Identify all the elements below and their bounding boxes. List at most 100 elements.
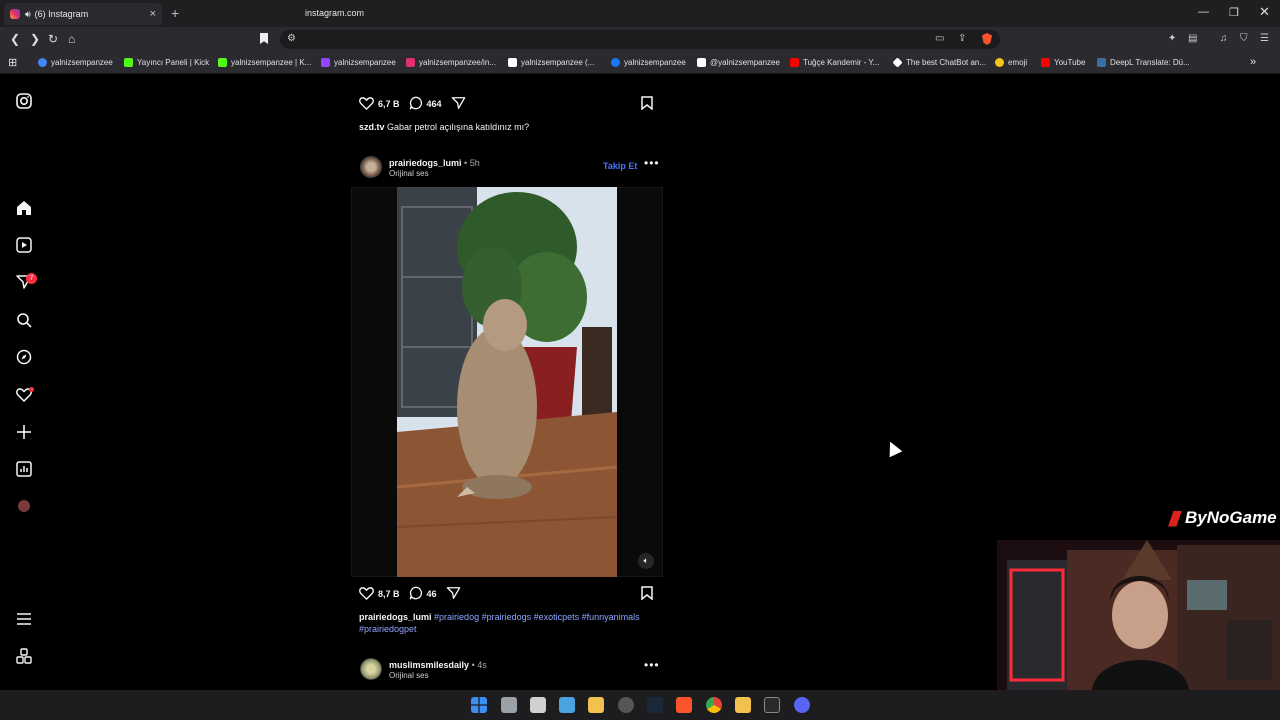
tab-title: (6) Instagram [34, 9, 89, 19]
reload-icon[interactable]: ↻ [48, 32, 58, 46]
instagram-logo-icon[interactable] [14, 91, 34, 111]
logo-mark-icon [1168, 510, 1182, 527]
share-icon[interactable]: ⇪ [958, 33, 966, 44]
caption-text: Gabar petrol açılışına katıldınız mı? [387, 122, 530, 132]
url-input[interactable] [280, 30, 1000, 49]
bookmark-item[interactable]: Yayıncı Paneli | Kick [124, 58, 209, 67]
like-count: 6,7 B [378, 99, 400, 109]
more-options-icon[interactable]: ••• [644, 156, 660, 170]
follow-button[interactable]: Takip Et [603, 161, 637, 171]
post2-actions: 8,7 B 46 [359, 586, 461, 602]
bookmark-item[interactable]: yalnizsempanzee [38, 58, 113, 67]
post1-caption: szd.tv Gabar petrol açılışına katıldınız… [359, 121, 529, 133]
bookmark-item[interactable]: yalnizsempanzee (... [508, 58, 594, 67]
threads-apps-icon[interactable] [14, 646, 34, 666]
instagram-favicon-icon [10, 9, 20, 19]
forward-icon[interactable]: ❯ [30, 32, 40, 46]
chrome-icon[interactable] [706, 697, 722, 713]
bookmark-item[interactable]: yalnizsempanzee [611, 58, 686, 67]
minimize-icon[interactable]: — [1198, 6, 1209, 18]
bookmark-item[interactable]: DeepL Translate: Dü... [1097, 58, 1190, 67]
vpn-shield-icon[interactable]: ⛉ [1240, 33, 1248, 44]
menu-icon[interactable]: ☰ [1260, 33, 1269, 44]
facebook-icon [611, 58, 620, 67]
site-info-icon[interactable]: ⚙ [287, 33, 296, 44]
share-icon[interactable] [451, 96, 466, 112]
caption-username[interactable]: szd.tv [359, 122, 385, 132]
dashboard-icon[interactable] [14, 459, 34, 479]
post2-caption: prairiedogs_lumi #prairiedog #prairiedog… [359, 611, 659, 635]
caption-username[interactable]: prairiedogs_lumi [359, 612, 432, 622]
close-window-icon[interactable]: ✕ [1259, 4, 1270, 20]
bookmark-item[interactable]: emoji [995, 58, 1027, 67]
instagram-icon [406, 58, 415, 67]
app-icon[interactable] [530, 697, 546, 713]
search-icon[interactable] [14, 310, 34, 330]
bookmark-item[interactable]: Tuğçe Kandemir - Y... [790, 58, 879, 67]
reels-icon[interactable] [14, 235, 34, 255]
post-username[interactable]: prairiedogs_lumi • 5h [389, 158, 480, 168]
audio-label[interactable]: Orijinal ses [389, 671, 429, 680]
file-explorer-icon[interactable] [588, 697, 604, 713]
audio-label[interactable]: Orijinal ses [389, 169, 429, 178]
store-icon[interactable] [559, 697, 575, 713]
save-icon[interactable] [641, 96, 653, 115]
comment-icon[interactable] [409, 96, 423, 112]
task-view-icon[interactable] [501, 697, 517, 713]
profile-avatar[interactable] [14, 496, 34, 516]
like-icon[interactable] [359, 586, 374, 602]
extensions-icon[interactable]: ✦ [1168, 33, 1176, 44]
post3-header: muslimsmilesdaily • 4s Orijinal ses ••• [360, 658, 660, 684]
bookmark-item[interactable]: @yalnizsempanzee [697, 58, 780, 67]
like-count: 8,7 B [378, 589, 400, 599]
hashtags[interactable]: #prairiedog #prairiedogs #exoticpets #fu… [434, 612, 640, 622]
home-nav-icon[interactable] [14, 198, 34, 218]
bookmark-item[interactable]: The best ChatBot an... [892, 57, 986, 68]
google-icon [38, 58, 47, 67]
share-icon[interactable] [446, 586, 461, 602]
mute-toggle-icon[interactable]: 🔈︎ [638, 553, 654, 569]
restore-icon[interactable]: ❐ [1229, 6, 1239, 19]
discord-icon[interactable] [794, 697, 810, 713]
comment-icon[interactable] [409, 586, 423, 602]
save-icon[interactable] [641, 586, 653, 605]
deepl-icon [1097, 58, 1106, 67]
notification-dot [29, 387, 34, 392]
avatar[interactable] [360, 658, 382, 680]
back-icon[interactable]: ❮ [10, 32, 20, 46]
new-tab-icon[interactable]: + [171, 5, 179, 21]
post1-actions: 6,7 B 464 [359, 96, 466, 112]
home-icon[interactable]: ⌂ [68, 32, 75, 46]
bookmark-item[interactable]: YouTube [1041, 58, 1085, 67]
browser-titlebar: 🔊︎ (6) Instagram × + — ❐ ✕ [0, 0, 1280, 27]
like-icon[interactable] [359, 96, 374, 112]
prairie-dog-video[interactable] [397, 187, 617, 577]
hashtags[interactable]: #prairiedogpet [359, 624, 417, 634]
more-bookmarks-icon[interactable]: » [1250, 56, 1256, 68]
steam-icon[interactable] [647, 697, 663, 713]
cast-icon[interactable]: ▭ [935, 33, 944, 44]
speaker-icon[interactable]: 🔊︎ [25, 9, 31, 20]
epic-games-icon[interactable] [764, 697, 780, 713]
avatar[interactable] [360, 156, 382, 178]
emoji-icon [995, 58, 1004, 67]
app-icon[interactable] [735, 697, 751, 713]
post-time: • 4s [471, 660, 487, 670]
url-text[interactable]: instagram.com [305, 8, 364, 18]
bookmark-item[interactable]: yalnizsempanzee [321, 58, 396, 67]
sidebar-toggle-icon[interactable]: ▤ [1188, 33, 1197, 44]
brave-browser-icon[interactable] [676, 697, 692, 713]
bookmark-item[interactable]: yalnizsempanzee/in... [406, 58, 496, 67]
more-options-icon[interactable]: ••• [644, 658, 660, 672]
more-menu-icon[interactable] [14, 609, 34, 629]
bookmark-item[interactable]: yalnizsempanzee | K... [218, 58, 311, 67]
apps-grid-icon[interactable]: ⊞ [8, 56, 17, 69]
explore-icon[interactable] [14, 347, 34, 367]
app-icon[interactable] [618, 697, 634, 713]
post-username[interactable]: muslimsmilesdaily • 4s [389, 660, 487, 670]
instagram-sidebar: 7 [0, 75, 48, 690]
browser-tab-instagram[interactable]: 🔊︎ (6) Instagram × [4, 3, 162, 25]
create-plus-icon[interactable] [14, 422, 34, 442]
media-icon[interactable]: ♫ [1220, 33, 1228, 44]
tab-close-icon[interactable]: × [150, 8, 156, 20]
